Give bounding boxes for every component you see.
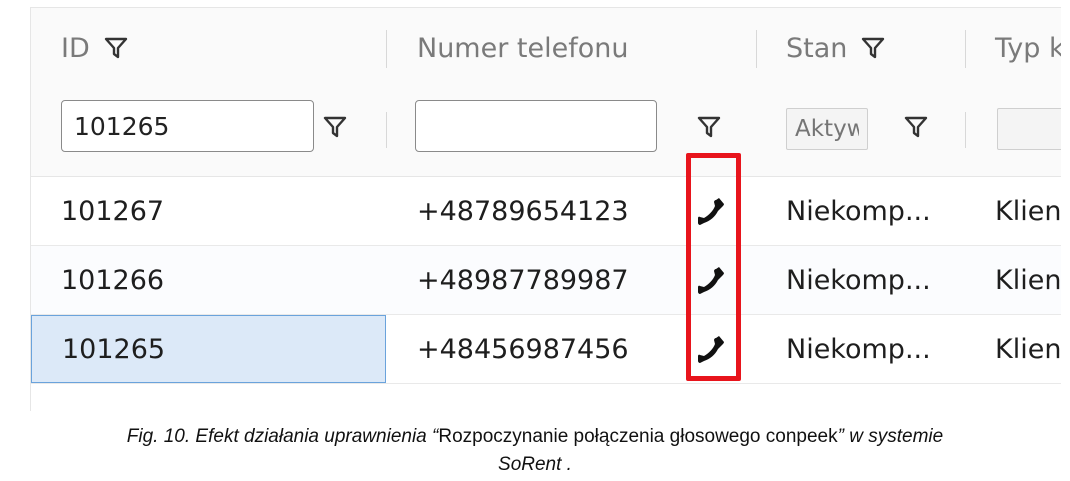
phone-filter-input[interactable] [415,100,657,152]
caption-part-1: Fig. 10. Efekt działania uprawnienia “ [126,426,439,447]
table-row[interactable]: 101267 +48789654123 Niekomp... Klien [31,177,1061,246]
table-row[interactable]: 101265 +48456987456 Niekomp... Klien [31,315,1061,384]
caption-part-3: ” w systemie [837,426,944,447]
column-header-state[interactable]: Stan [786,8,885,88]
caption-part-2: Rozpoczynanie połączenia głosowego conpe… [438,426,838,447]
filter-funnel-icon[interactable] [861,37,885,59]
cell-type: Klien [995,195,1061,227]
filter-separator [386,112,387,148]
id-filter-input[interactable] [61,100,314,152]
caption-part-5: . [561,454,572,475]
grid-filter-row [31,88,1061,177]
state-filter-input [786,108,868,150]
column-header-phone-label: Numer telefonu [417,32,629,64]
caption-part-4: SoRent [498,454,562,475]
filter-funnel-icon[interactable] [697,116,721,138]
figure-caption: Fig. 10. Efekt działania uprawnienia “Ro… [0,423,1070,479]
column-header-type-label: Typ k [995,32,1061,64]
cell-phone: +48987789987 [417,264,629,296]
cell-state: Niekomp... [786,195,931,227]
cell-phone: +48456987456 [417,333,629,365]
filter-funnel-icon[interactable] [904,116,928,138]
column-header-id[interactable]: ID [61,8,128,88]
annotation-highlight-box [686,153,741,381]
column-header-type[interactable]: Typ k [995,8,1061,88]
grid-header-row: ID Numer telefonu Stan Typ k [31,8,1061,89]
cell-state: Niekomp... [786,333,931,365]
cell-phone: +48789654123 [417,195,629,227]
cell-id-selected[interactable]: 101265 [31,315,386,383]
cell-type: Klien [995,264,1061,296]
table-row[interactable]: 101266 +48987789987 Niekomp... Klien [31,246,1061,315]
column-header-id-label: ID [61,32,90,64]
column-separator[interactable] [965,30,966,68]
column-separator[interactable] [756,30,757,68]
filter-separator [965,112,966,148]
column-header-state-label: Stan [786,32,848,64]
cell-id: 101266 [61,264,165,296]
column-separator[interactable] [386,30,387,68]
cell-type: Klien [995,333,1061,365]
cell-state: Niekomp... [786,264,931,296]
cell-id: 101267 [61,195,165,227]
data-grid: ID Numer telefonu Stan Typ k 101265 Akty… [30,7,1061,411]
filter-funnel-icon[interactable] [104,37,128,59]
filter-funnel-icon[interactable] [323,116,347,138]
type-filter-input [997,108,1061,150]
column-header-phone[interactable]: Numer telefonu [417,8,628,88]
